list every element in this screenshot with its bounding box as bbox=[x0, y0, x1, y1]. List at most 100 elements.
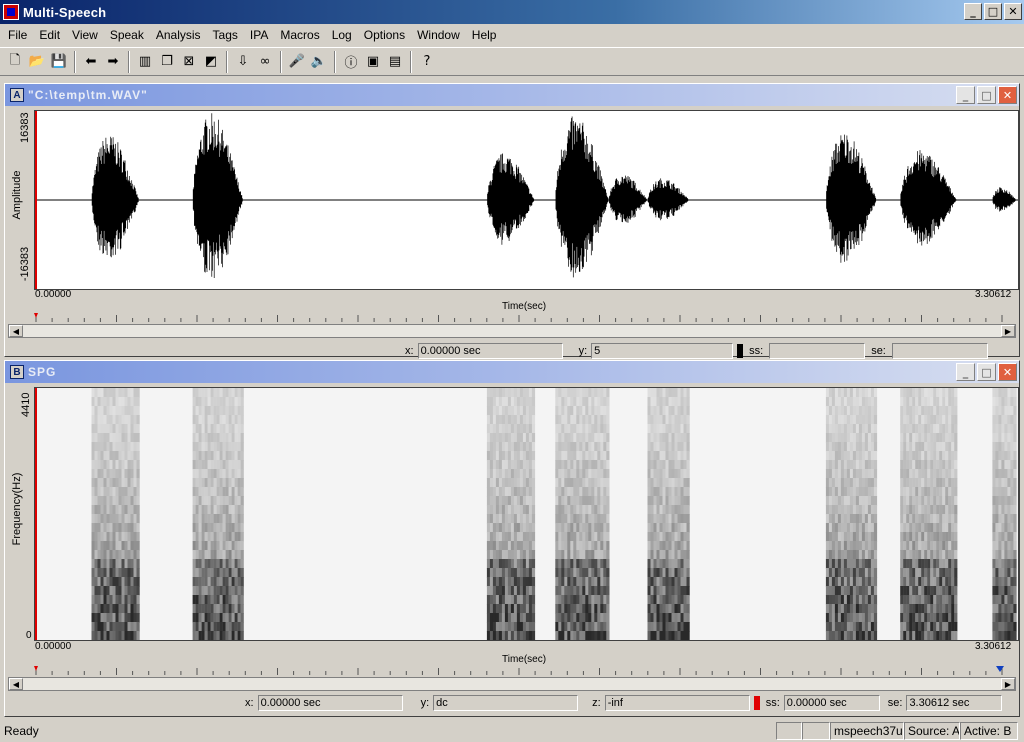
eraser-icon: ◩ bbox=[204, 54, 218, 69]
waveform-segment bbox=[91, 136, 140, 258]
waveform-window-titlebar[interactable]: A "C:\temp\tm.WAV" _ □ ✕ bbox=[5, 84, 1019, 106]
waveform-plot[interactable] bbox=[34, 110, 1019, 290]
arrow-right-button[interactable]: ➡ bbox=[102, 51, 124, 73]
spectrogram-band bbox=[192, 388, 244, 640]
ss-field-label: ss: bbox=[749, 345, 764, 357]
y-field-label: y: bbox=[578, 345, 588, 357]
scroll-left-arrow[interactable]: ◀ bbox=[9, 325, 23, 337]
menu-window[interactable]: Window bbox=[411, 28, 466, 42]
waveform-trace bbox=[826, 134, 877, 263]
menu-speak[interactable]: Speak bbox=[104, 28, 150, 42]
microphone-button[interactable]: 🎤 bbox=[286, 51, 308, 73]
spectrogram-band bbox=[486, 388, 536, 640]
new-file-icon: 🗋 bbox=[9, 52, 21, 68]
x-field-label: x: bbox=[405, 345, 414, 357]
y-value-field: 5 bbox=[591, 343, 734, 359]
ss-marker-icon bbox=[737, 344, 744, 358]
app-titlebar: Multi-Speech _ □ ✕ bbox=[0, 0, 1024, 24]
signal-bars-button[interactable]: ▥ bbox=[134, 51, 156, 73]
x-axis-label: Time(sec) bbox=[502, 654, 547, 665]
notes-button[interactable]: ▤ bbox=[384, 51, 406, 73]
menu-tags[interactable]: Tags bbox=[207, 28, 244, 42]
close-button[interactable]: ✕ bbox=[998, 363, 1017, 381]
menu-analysis[interactable]: Analysis bbox=[150, 28, 207, 42]
status-bar: Ready mspeech37use Source: A Active: B bbox=[0, 720, 1024, 742]
y-max-label: 4410 bbox=[20, 392, 32, 417]
waveform-window-controls: _ □ ✕ bbox=[956, 86, 1017, 104]
copy-window-button[interactable]: ❐ bbox=[156, 51, 178, 73]
x-end-label: 3.30612 bbox=[975, 641, 1012, 652]
se-value-field bbox=[891, 343, 988, 359]
waveform-trace bbox=[555, 116, 610, 278]
x-start-label: 0.00000 bbox=[35, 289, 72, 300]
waveform-segment bbox=[609, 175, 648, 223]
x-axis-label: Time(sec) bbox=[502, 301, 547, 312]
waveform-window-title: "C:\temp\tm.WAV" bbox=[28, 88, 148, 102]
close-button[interactable]: ✕ bbox=[998, 86, 1017, 104]
waveform-trace bbox=[609, 175, 648, 223]
link-icon: ∞ bbox=[259, 54, 271, 69]
spectrogram-canvas bbox=[35, 388, 1018, 640]
spectrogram-band bbox=[91, 388, 140, 640]
minimize-button[interactable]: _ bbox=[956, 86, 975, 104]
menu-help[interactable]: Help bbox=[466, 28, 503, 42]
y-value-field: dc bbox=[433, 695, 579, 711]
copy-window-icon: ❐ bbox=[161, 54, 173, 69]
open-folder-button[interactable]: 📂 bbox=[26, 51, 48, 73]
spectrogram-scrollbar[interactable]: ◀ ▶ bbox=[8, 677, 1016, 691]
menu-view[interactable]: View bbox=[66, 28, 104, 42]
waveform-scrollbar[interactable]: ◀ ▶ bbox=[8, 324, 1016, 338]
help-button[interactable]: ? bbox=[416, 51, 438, 73]
speaker-icon: 🔈 bbox=[310, 54, 328, 69]
x-value-field: 0.00000 sec bbox=[257, 695, 403, 711]
signal-bars-icon: ▥ bbox=[138, 54, 152, 69]
maximize-button[interactable]: □ bbox=[977, 86, 996, 104]
delete-window-button[interactable]: ⊠ bbox=[178, 51, 200, 73]
save-button[interactable]: 💾 bbox=[48, 51, 70, 73]
info-button[interactable]: ⓘ bbox=[340, 51, 362, 73]
new-file-button[interactable]: 🗋 bbox=[4, 51, 26, 73]
toolbar-separator bbox=[74, 50, 76, 73]
app-logo-icon bbox=[3, 4, 19, 20]
menu-file[interactable]: File bbox=[2, 28, 33, 42]
close-button[interactable]: ✕ bbox=[1004, 3, 1022, 20]
minimize-button[interactable]: _ bbox=[956, 363, 975, 381]
menu-options[interactable]: Options bbox=[358, 28, 411, 42]
status-active: Active: B bbox=[960, 722, 1018, 740]
speaker-button[interactable]: 🔈 bbox=[308, 51, 330, 73]
end-marker-icon bbox=[996, 666, 1004, 672]
spectrogram-band bbox=[992, 388, 1017, 640]
status-panel-blank bbox=[776, 722, 802, 740]
arrow-right-icon: ➡ bbox=[107, 54, 119, 69]
display-button[interactable]: ▣ bbox=[362, 51, 384, 73]
menu-ipa[interactable]: IPA bbox=[244, 28, 274, 42]
spectrogram-plot[interactable] bbox=[34, 387, 1019, 641]
menu-edit[interactable]: Edit bbox=[33, 28, 66, 42]
spectrogram-band bbox=[647, 388, 690, 640]
menu-macros[interactable]: Macros bbox=[274, 28, 325, 42]
minimize-button[interactable]: _ bbox=[964, 3, 982, 20]
eraser-button[interactable]: ◩ bbox=[200, 51, 222, 73]
menu-bar: File Edit View Speak Analysis Tags IPA Macros Lo… bbox=[0, 24, 1024, 46]
menu-log[interactable]: Log bbox=[326, 28, 358, 42]
toolbar-separator bbox=[280, 50, 282, 73]
maximize-button[interactable]: □ bbox=[977, 363, 996, 381]
arrow-left-button[interactable]: ⬅ bbox=[80, 51, 102, 73]
scroll-right-arrow[interactable]: ▶ bbox=[1001, 325, 1015, 337]
x-end-label: 3.30612 bbox=[975, 289, 1012, 300]
se-field-label: se: bbox=[871, 345, 886, 357]
spectrogram-window-titlebar[interactable]: B SPG _ □ ✕ bbox=[5, 361, 1019, 383]
window-letter-badge: B bbox=[10, 365, 24, 379]
window-letter-badge: A bbox=[10, 88, 24, 102]
scroll-left-arrow[interactable]: ◀ bbox=[9, 678, 23, 690]
link-button[interactable]: ∞ bbox=[254, 51, 276, 73]
scroll-right-arrow[interactable]: ▶ bbox=[1001, 678, 1015, 690]
waveform-segment bbox=[647, 178, 690, 221]
amplitude-axis-label: Amplitude bbox=[11, 170, 23, 220]
status-file: mspeech37use bbox=[830, 722, 904, 740]
maximize-button[interactable]: □ bbox=[984, 3, 1002, 20]
help-icon: ? bbox=[423, 54, 431, 69]
waveform-trace bbox=[192, 113, 244, 278]
download-button[interactable]: ⇩ bbox=[232, 51, 254, 73]
waveform-canvas bbox=[35, 111, 1018, 289]
